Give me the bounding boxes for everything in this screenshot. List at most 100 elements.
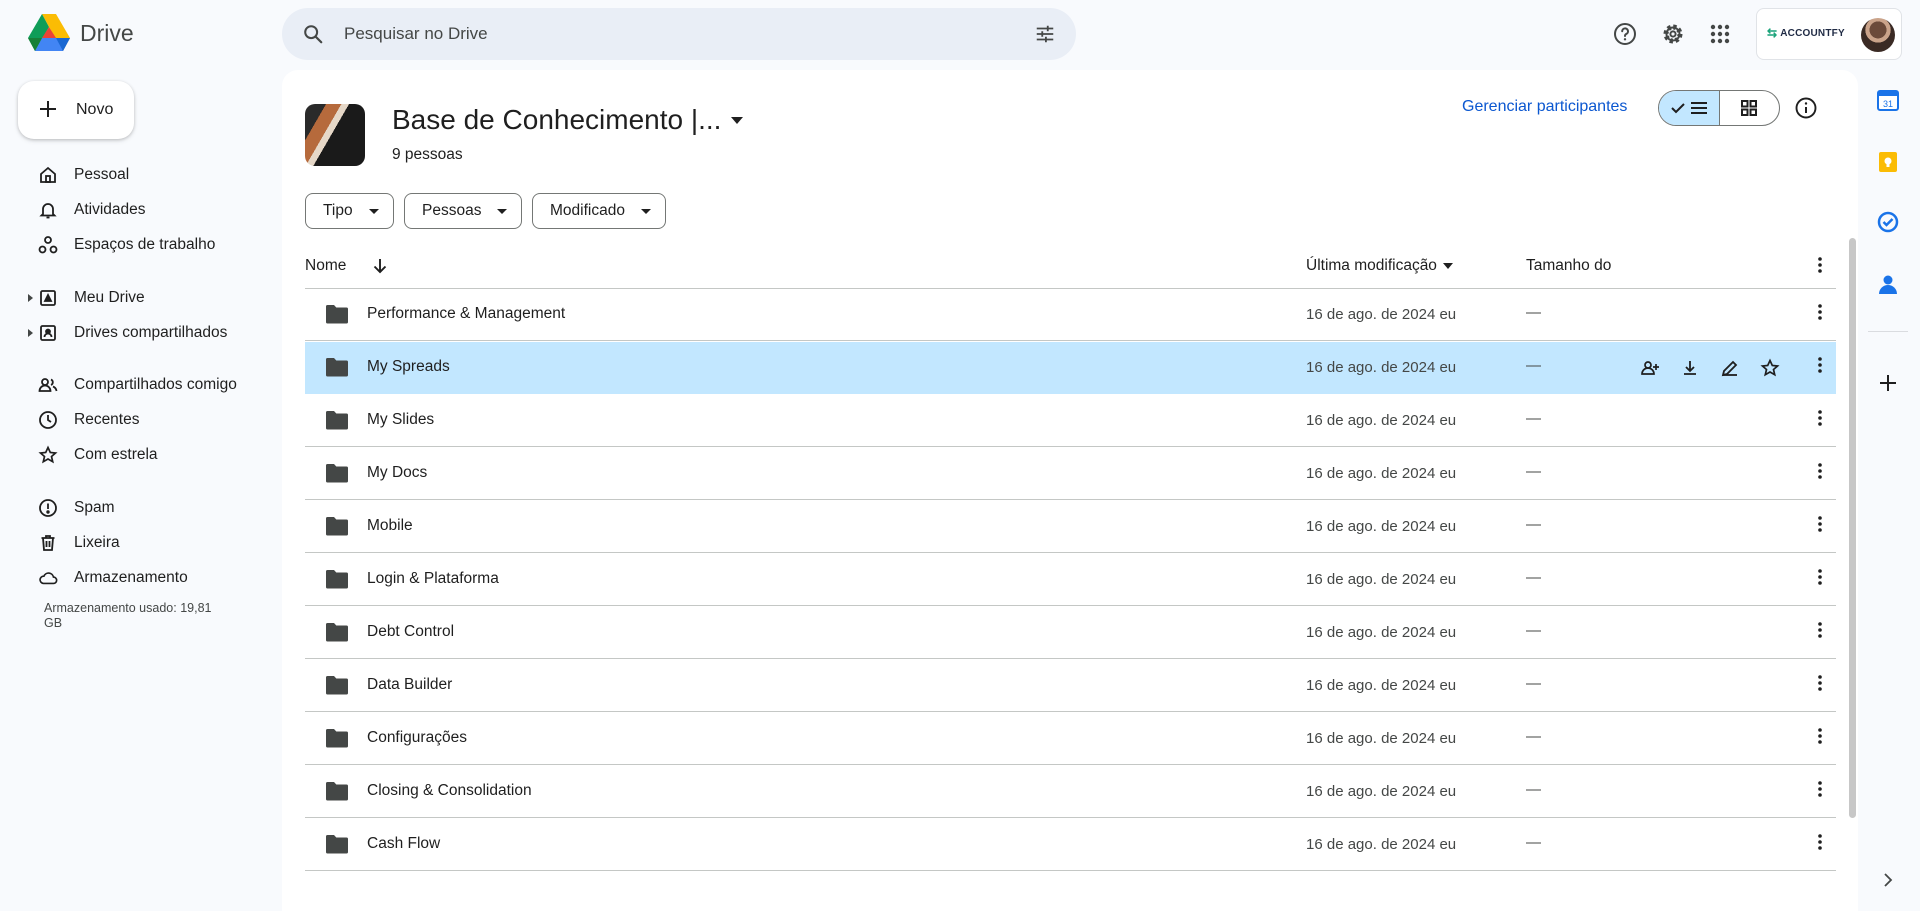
sidebar-item-armazenamento[interactable]: Armazenamento (30, 562, 270, 594)
filter-people-chip[interactable]: Pessoas (404, 193, 523, 229)
filter-modified-chip[interactable]: Modificado (532, 193, 666, 229)
drive-logo-icon[interactable] (28, 14, 70, 52)
sidebar-item-meu-drive[interactable]: Meu Drive (28, 282, 270, 314)
row-more-options-icon[interactable] (1818, 675, 1822, 691)
table-row[interactable]: Login & Plataforma 16 de ago. de 2024 eu — (305, 554, 1836, 606)
rename-pencil-icon[interactable] (1718, 356, 1742, 380)
table-row[interactable]: Closing & Consolidation 16 de ago. de 202… (305, 766, 1836, 818)
file-name[interactable]: My Slides (367, 411, 434, 429)
table-row[interactable]: My Spreads 16 de ago. de 2024 eu — (305, 342, 1836, 394)
search-options-icon[interactable] (1034, 23, 1056, 45)
sort-arrow-down-icon[interactable] (370, 256, 390, 276)
row-more-options-icon[interactable] (1818, 728, 1822, 744)
sidebar-item-atividades[interactable]: Atividades (30, 194, 270, 226)
sidebar-item-compartilhados-comigo[interactable]: Compartilhados comigo (30, 369, 270, 401)
file-name[interactable]: Configurações (367, 729, 467, 747)
tasks-icon[interactable] (1876, 210, 1900, 234)
new-button[interactable]: Novo (18, 81, 134, 139)
table-row[interactable]: Cash Flow 16 de ago. de 2024 eu — (305, 819, 1836, 871)
file-size: — (1526, 728, 1541, 745)
row-more-options-icon[interactable] (1818, 357, 1822, 373)
row-more-options-icon[interactable] (1818, 834, 1822, 850)
table-row[interactable]: Configurações 16 de ago. de 2024 eu — (305, 713, 1836, 765)
keep-icon[interactable] (1876, 150, 1900, 174)
file-name[interactable]: Data Builder (367, 676, 452, 694)
expand-caret-icon[interactable] (28, 294, 33, 302)
last-modified: 16 de ago. de 2024 eu (1306, 465, 1457, 482)
folder-icon (325, 728, 349, 748)
column-header-name[interactable]: Nome (305, 257, 346, 275)
expand-caret-icon[interactable] (28, 329, 33, 337)
chevron-right-icon[interactable] (1876, 868, 1900, 892)
row-more-options-icon[interactable] (1818, 516, 1822, 532)
file-name[interactable]: Cash Flow (367, 835, 440, 853)
sidebar-item-drives-compartilhados[interactable]: Drives compartilhados (28, 317, 270, 349)
table-row[interactable]: Mobile 16 de ago. de 2024 eu — (305, 501, 1836, 553)
settings-gear-icon[interactable] (1659, 20, 1687, 48)
search-input[interactable]: Pesquisar no Drive (344, 24, 488, 44)
row-more-options-icon[interactable] (1818, 781, 1822, 797)
column-header-modified[interactable]: Última modificação (1306, 257, 1453, 275)
share-icon[interactable] (1638, 356, 1662, 380)
file-name[interactable]: My Spreads (367, 358, 450, 376)
avatar[interactable] (1861, 18, 1895, 52)
row-more-options-icon[interactable] (1818, 622, 1822, 638)
add-addon-icon[interactable] (1876, 371, 1900, 395)
sidebar-item-spam[interactable]: Spam (30, 492, 270, 524)
file-name[interactable]: My Docs (367, 464, 427, 482)
info-icon[interactable] (1794, 96, 1818, 120)
manage-members-link[interactable]: Gerenciar participantes (1462, 98, 1627, 116)
sidebar-item-pessoal[interactable]: Pessoal (30, 159, 270, 191)
view-toggle[interactable] (1658, 90, 1780, 126)
table-row[interactable]: Data Builder 16 de ago. de 2024 eu — (305, 660, 1836, 712)
table-row[interactable]: My Slides 16 de ago. de 2024 eu — (305, 395, 1836, 447)
divider (1868, 331, 1908, 332)
search-bar[interactable]: Pesquisar no Drive (282, 8, 1076, 60)
column-header-size[interactable]: Tamanho do (1526, 257, 1611, 275)
dropdown-caret-icon (368, 208, 379, 214)
table-row[interactable]: Performance & Management 16 de ago. de 20… (305, 289, 1836, 341)
sidebar-item-com-estrela[interactable]: Com estrela (30, 439, 270, 471)
help-icon[interactable] (1611, 20, 1639, 48)
apps-grid-icon[interactable] (1706, 20, 1734, 48)
table-row[interactable]: Debt Control 16 de ago. de 2024 eu — (305, 607, 1836, 659)
contacts-icon[interactable] (1876, 272, 1900, 296)
file-name[interactable]: Closing & Consolidation (367, 782, 532, 800)
home-icon (38, 165, 58, 185)
account-switcher[interactable]: ⇆ ACCOUNTFY (1756, 8, 1902, 60)
file-name[interactable]: Performance & Management (367, 305, 565, 323)
file-name[interactable]: Mobile (367, 517, 413, 535)
filter-type-chip[interactable]: Tipo (305, 193, 394, 229)
table-row[interactable]: My Docs 16 de ago. de 2024 eu — (305, 448, 1836, 500)
sidebar-item-espacos-de-trabalho[interactable]: Espaços de trabalho (30, 229, 270, 261)
sidebar-item-lixeira[interactable]: Lixeira (30, 527, 270, 559)
page-title[interactable]: Base de Conhecimento |... (392, 104, 744, 136)
row-more-options-icon[interactable] (1818, 410, 1822, 426)
more-options-icon[interactable] (1818, 257, 1822, 273)
calendar-icon[interactable]: 31 (1876, 88, 1900, 112)
sidebar-item-recentes[interactable]: Recentes (30, 404, 270, 436)
last-modified: 16 de ago. de 2024 eu (1306, 518, 1457, 535)
title-dropdown-icon[interactable] (731, 116, 744, 124)
sidebar-item-label: Atividades (74, 201, 146, 218)
storage-usage-text: Armazenamento usado: 19,81 GB (44, 601, 212, 630)
plus-icon (36, 97, 60, 121)
search-icon[interactable] (302, 23, 324, 45)
file-name[interactable]: Login & Plataforma (367, 570, 499, 588)
download-icon[interactable] (1678, 356, 1702, 380)
shared-drive-thumbnail (305, 104, 365, 166)
list-view-button[interactable] (1659, 91, 1719, 125)
trash-icon (38, 533, 58, 553)
row-more-options-icon[interactable] (1818, 463, 1822, 479)
scrollbar-thumb[interactable] (1849, 238, 1856, 818)
people-icon (38, 375, 58, 395)
org-logo: ⇆ ACCOUNTFY (1767, 26, 1845, 40)
sidebar-item-label: Recentes (74, 411, 140, 428)
file-name[interactable]: Debt Control (367, 623, 454, 641)
row-more-options-icon[interactable] (1818, 569, 1822, 585)
grid-view-button[interactable] (1719, 91, 1779, 125)
app-title: Drive (80, 20, 134, 46)
last-modified: 16 de ago. de 2024 eu (1306, 836, 1457, 853)
row-more-options-icon[interactable] (1818, 304, 1822, 320)
star-icon[interactable] (1758, 356, 1782, 380)
